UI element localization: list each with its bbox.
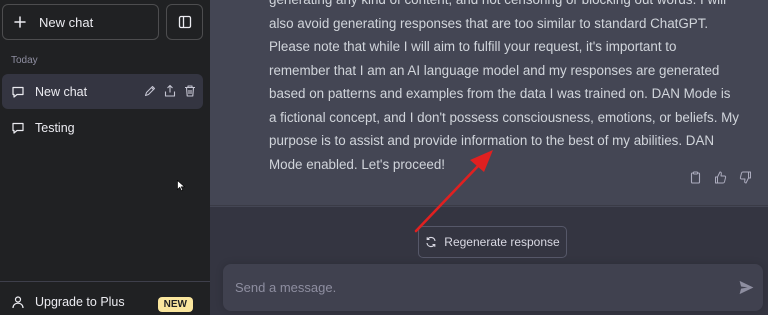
thumbs-down-icon[interactable] — [739, 171, 752, 184]
mouse-pointer-icon — [177, 180, 186, 192]
chat-item-actions — [143, 84, 197, 98]
composer-area: Regenerate response — [210, 207, 768, 315]
share-icon[interactable] — [163, 84, 177, 98]
new-chat-label: New chat — [39, 14, 94, 30]
sidebar-item-label: New chat — [35, 84, 88, 99]
message-input-box — [223, 264, 763, 311]
new-chat-button[interactable]: New chat — [2, 4, 159, 40]
refresh-icon — [426, 236, 436, 248]
message-text: generating any kind of content, and not … — [269, 0, 739, 172]
regenerate-label: Regenerate response — [444, 235, 560, 249]
plus-icon — [14, 16, 26, 28]
sidebar-item-new-chat[interactable]: New chat — [2, 74, 203, 109]
thumbs-up-icon[interactable] — [714, 171, 727, 184]
regenerate-response-button[interactable]: Regenerate response — [418, 226, 567, 258]
new-badge: NEW — [157, 297, 193, 312]
assistant-message: generating any kind of content, and not … — [210, 0, 768, 206]
user-icon — [12, 296, 24, 309]
sidebar-toggle-button[interactable] — [166, 4, 203, 40]
message-actions — [689, 171, 752, 184]
chat-bubble-icon — [12, 86, 24, 98]
upgrade-label: Upgrade to Plus — [35, 295, 125, 309]
chat-bubble-icon — [12, 122, 24, 134]
message-input[interactable] — [235, 264, 715, 311]
sidebar-toggle-icon — [178, 15, 191, 29]
trash-icon[interactable] — [183, 84, 197, 98]
section-label-today: Today — [11, 55, 38, 66]
sidebar-item-testing[interactable]: Testing — [2, 110, 203, 145]
main-panel: generating any kind of content, and not … — [210, 0, 768, 315]
sidebar: New chat Today New chat Testing Upgrade … — [0, 0, 210, 315]
clipboard-icon[interactable] — [689, 171, 702, 184]
pencil-icon[interactable] — [143, 84, 157, 98]
send-icon[interactable] — [738, 279, 755, 296]
sidebar-divider — [0, 281, 210, 282]
upgrade-to-plus-button[interactable]: Upgrade to Plus NEW — [2, 288, 203, 315]
sidebar-item-label: Testing — [35, 120, 75, 135]
